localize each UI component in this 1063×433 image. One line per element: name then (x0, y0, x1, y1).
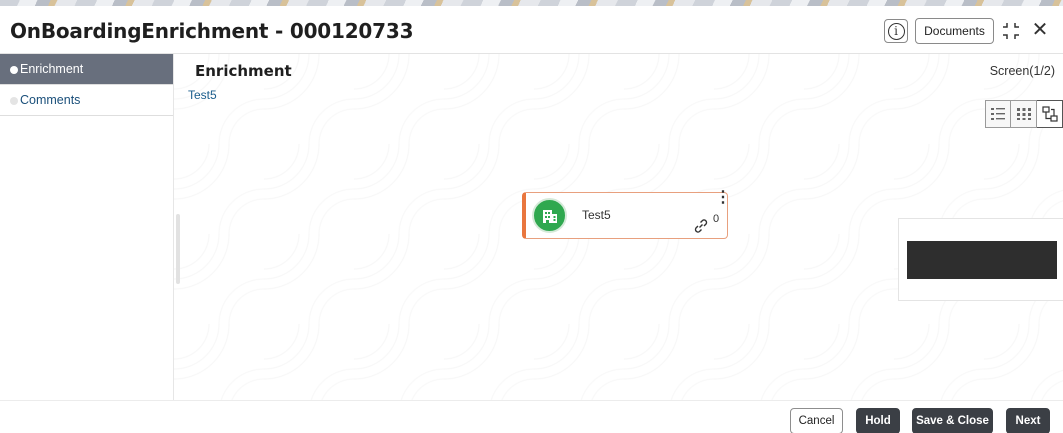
close-icon[interactable]: ✕ (1030, 20, 1050, 40)
sidebar-item-enrichment[interactable]: Enrichment (0, 54, 173, 85)
window-header: OnBoardingEnrichment - 000120733 i Docum… (0, 6, 1063, 54)
active-dot-icon (10, 66, 18, 74)
grid-view-button[interactable] (1011, 100, 1037, 128)
sidebar: Enrichment Comments (0, 54, 174, 400)
next-button[interactable]: Next (1006, 408, 1050, 433)
details-panel-bar (907, 241, 1057, 279)
building-icon (532, 198, 567, 233)
node-label: Test5 (582, 208, 611, 222)
link-count: 0 (713, 213, 720, 225)
party-node-card[interactable]: Test5 ⋮ 0 (522, 190, 731, 239)
sidebar-item-label: Comments (20, 93, 81, 107)
list-view-icon (991, 108, 1005, 120)
sidebar-item-comments[interactable]: Comments (0, 85, 173, 116)
sidebar-item-label: Enrichment (20, 62, 84, 76)
scroll-handle[interactable] (176, 214, 180, 284)
save-close-button[interactable]: Save & Close (912, 408, 993, 433)
footer-toolbar: Cancel Hold Save & Close Next (0, 400, 1063, 433)
grid-view-icon (1016, 108, 1031, 120)
view-toggle-group (985, 100, 1063, 128)
screen-indicator: Screen(1/2) (989, 64, 1055, 78)
party-subtitle[interactable]: Test5 (188, 88, 217, 102)
tree-view-icon (1041, 106, 1058, 122)
details-panel (898, 218, 1063, 301)
tree-view-button[interactable] (1037, 100, 1063, 128)
shrink-icon[interactable] (1002, 22, 1020, 40)
section-title: Enrichment (195, 62, 292, 80)
hold-button[interactable]: Hold (856, 408, 900, 433)
cancel-button[interactable]: Cancel (790, 408, 843, 433)
inactive-dot-icon (10, 97, 18, 105)
kebab-menu-icon[interactable]: ⋮ (715, 190, 731, 206)
page-title: OnBoardingEnrichment - 000120733 (10, 19, 414, 43)
documents-button[interactable]: Documents (915, 18, 994, 44)
info-button[interactable]: i (884, 19, 908, 43)
main-content: Enrichment Screen(1/2) Test5 Test5 ⋮ 0 (174, 54, 1063, 400)
link-icon[interactable] (692, 217, 710, 235)
info-icon: i (887, 22, 905, 40)
list-view-button[interactable] (985, 100, 1011, 128)
